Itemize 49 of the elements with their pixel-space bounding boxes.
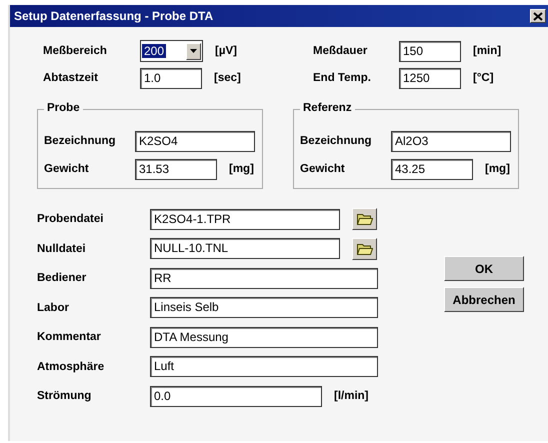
unit-label: [l/min]	[334, 390, 368, 402]
unit-label: [min]	[473, 45, 502, 57]
dropdown-value: 200	[142, 44, 166, 58]
input-field[interactable]: Al2O3	[391, 130, 511, 152]
field-label: Strömung	[37, 390, 92, 402]
field-label: End Temp.	[313, 72, 372, 84]
input-field[interactable]: 1250	[399, 68, 461, 88]
field-label: Kommentar	[37, 331, 102, 343]
field-label: Bediener	[37, 272, 88, 284]
folder-icon	[356, 242, 372, 254]
input-field[interactable]: K2SO4-1.TPR	[150, 208, 340, 230]
close-button[interactable]	[530, 9, 546, 23]
browse-button[interactable]	[352, 208, 377, 230]
field-label: Atmosphäre	[37, 360, 106, 372]
field-label: Abtastzeit	[43, 72, 99, 84]
unit-label: [mg]	[229, 163, 254, 175]
input-field[interactable]: K2SO4	[135, 130, 255, 152]
input-field[interactable]: Luft	[150, 356, 378, 377]
field-label: Meßbereich	[43, 45, 108, 57]
input-field[interactable]: 1.0	[140, 68, 202, 88]
input-field[interactable]: 43.25	[391, 158, 473, 180]
folder-icon	[356, 213, 372, 225]
unit-label: [°C]	[473, 72, 494, 84]
field-label: Labor	[37, 302, 70, 314]
input-field[interactable]: RR	[150, 268, 378, 288]
unit-label: [µV]	[215, 45, 237, 57]
unit-label: [mg]	[485, 163, 510, 175]
close-icon	[533, 12, 543, 20]
input-field[interactable]: 150	[399, 40, 461, 62]
field-label: Bezeichnung	[44, 135, 117, 147]
input-field[interactable]: 0.0	[150, 386, 322, 406]
input-field[interactable]: Linseis Selb	[150, 297, 378, 318]
field-label: Bezeichnung	[300, 135, 373, 147]
unit-label: [sec]	[214, 72, 241, 84]
input-field[interactable]: NULL-10.TNL	[150, 238, 340, 259]
input-field[interactable]: DTA Messung	[150, 326, 378, 348]
window-title: Setup Datenerfassung - Probe DTA	[14, 9, 214, 23]
dialog-button[interactable]: Abbrechen	[444, 287, 524, 312]
field-label: Gewicht	[44, 163, 90, 175]
field-label: Probendatei	[37, 213, 104, 225]
dialog-button[interactable]: OK	[444, 256, 524, 281]
browse-button[interactable]	[352, 238, 377, 260]
range-dropdown[interactable]: 200	[140, 40, 203, 62]
field-label: Nulldatei	[37, 242, 87, 254]
group-title: Probe	[44, 102, 83, 114]
field-label: Meßdauer	[313, 45, 368, 57]
input-field[interactable]: 31.53	[135, 158, 217, 180]
field-label: Gewicht	[300, 163, 346, 175]
group-title: Referenz	[300, 102, 355, 114]
